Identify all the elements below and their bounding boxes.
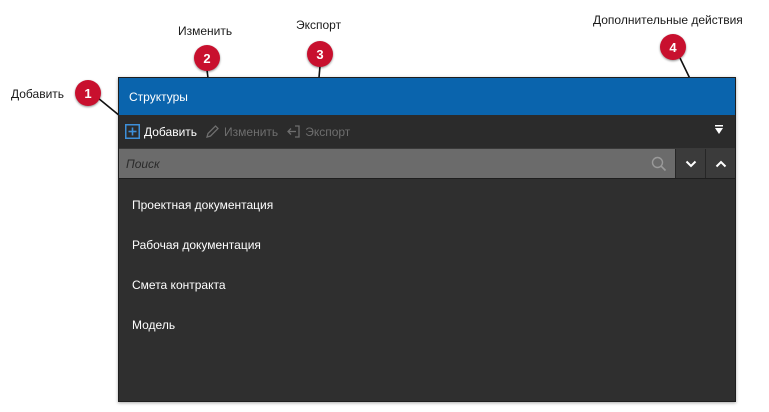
list-item[interactable]: Смета контракта <box>119 265 735 305</box>
search-input[interactable] <box>124 155 628 172</box>
callout-label-export: Экспорт <box>296 18 342 32</box>
callout-badge-4: 4 <box>660 34 686 60</box>
list-item-label: Рабочая документация <box>132 238 261 252</box>
edit-button-label: Изменить <box>224 124 279 139</box>
search-box <box>119 149 675 178</box>
callout-label-add: Добавить <box>11 87 65 101</box>
search-row <box>119 149 735 179</box>
edit-button[interactable]: Изменить <box>205 124 278 139</box>
panel-title: Структуры <box>129 89 188 104</box>
add-button[interactable]: Добавить <box>125 124 197 139</box>
callout-label-edit: Изменить <box>178 24 233 38</box>
callout-badge-3: 3 <box>307 41 333 67</box>
export-button-label: Экспорт <box>305 124 351 139</box>
list-item[interactable]: Рабочая документация <box>119 225 735 265</box>
structures-list: Проектная документация Рабочая документа… <box>119 179 735 345</box>
list-item[interactable]: Модель <box>119 305 735 345</box>
pencil-icon <box>205 124 220 139</box>
plus-square-icon <box>125 124 140 139</box>
list-item-label: Смета контракта <box>132 278 226 292</box>
structures-panel: Структуры Добавить Изменить Экспорт Поис… <box>118 77 736 402</box>
callout-label-more: Дополнительные действия <box>593 13 743 27</box>
chevron-up-icon <box>715 155 727 173</box>
add-button-label: Добавить <box>144 124 198 139</box>
chevron-down-icon <box>685 155 697 173</box>
export-button[interactable]: Экспорт <box>286 124 350 139</box>
more-actions-button[interactable] <box>713 125 725 137</box>
export-arrow-icon <box>286 124 301 139</box>
triangle-down-icon <box>714 122 724 140</box>
search-icon[interactable] <box>651 156 667 172</box>
callout-badge-2: 2 <box>194 45 220 71</box>
list-item-label: Проектная документация <box>132 198 274 212</box>
panel-header: Структуры <box>119 78 735 115</box>
callout-badge-1: 1 <box>75 80 101 106</box>
list-item-label: Модель <box>132 318 176 332</box>
list-item[interactable]: Проектная документация <box>119 185 735 225</box>
toolbar: Добавить Изменить Экспорт <box>119 115 735 149</box>
search-prev-button[interactable] <box>705 149 735 178</box>
search-next-button[interactable] <box>675 149 705 178</box>
